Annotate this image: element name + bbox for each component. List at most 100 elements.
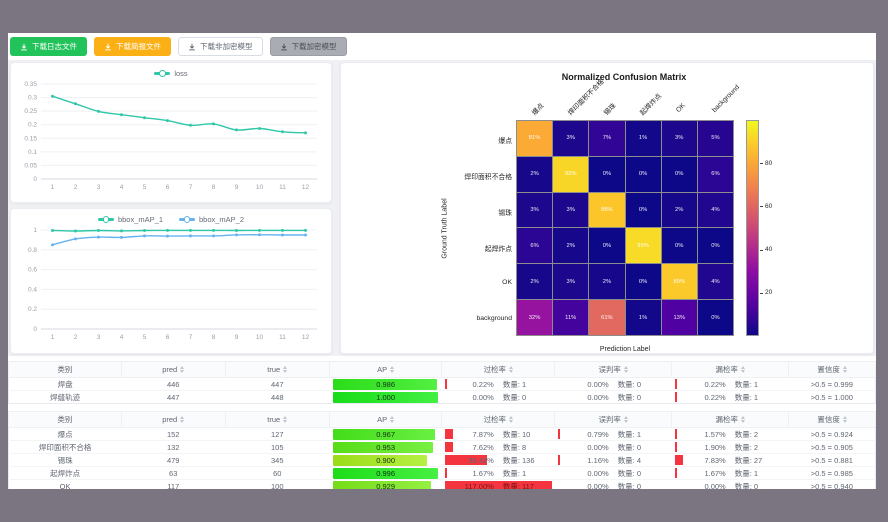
rate-text: 7.87%数量: 10 (445, 428, 552, 440)
column-header-8[interactable]: 置信度 (789, 412, 876, 428)
cm-col-label: background (711, 84, 741, 114)
misjudge-cell: 0.00%数量: 0 (558, 467, 669, 479)
button-label: 下载日志文件 (32, 41, 77, 52)
column-header-label: 误判率 (598, 364, 621, 375)
svg-text:5: 5 (143, 334, 147, 341)
rate-text: 0.00%数量: 0 (675, 480, 786, 489)
column-header-8[interactable]: 置信度 (789, 362, 876, 378)
miss-detection-cell: 0.00%数量: 0 (675, 480, 786, 489)
column-header-label: AP (377, 415, 387, 424)
rate-text: 1.90%数量: 2 (675, 441, 786, 453)
download-button-3[interactable]: 下载非加密模型 (178, 37, 263, 56)
cm-col-label: 起焊炸点 (637, 91, 663, 117)
over-detection-cell: 117.00%数量: 117 (445, 480, 552, 489)
cm-colorbar-tick-label: 20 (765, 289, 772, 296)
cm-cell-r4-c2: 2% (589, 264, 624, 299)
cm-colorbar-tick-label: 40 (765, 246, 772, 253)
column-header-5[interactable]: 过检率 (442, 412, 555, 428)
column-header-3[interactable]: true (225, 412, 329, 428)
svg-text:7: 7 (189, 184, 193, 191)
class-name-cell: 焊盘 (9, 378, 122, 391)
cm-cell-r0-c1: 3% (553, 121, 588, 156)
cm-cell-r1-c1: 92% (553, 157, 588, 192)
column-header-4[interactable]: AP (329, 412, 442, 428)
cm-cell-r2-c5: 4% (698, 193, 733, 228)
misjudge-cell: 0.00%数量: 0 (558, 378, 669, 390)
svg-text:0.05: 0.05 (24, 162, 37, 169)
cm-cell-r4-c3: 0% (626, 264, 661, 299)
column-header-7[interactable]: 漏检率 (672, 362, 789, 378)
column-header-4[interactable]: AP (329, 362, 442, 378)
column-header-1: 类别 (9, 412, 122, 428)
svg-text:1: 1 (51, 334, 55, 341)
sort-caret-icon (624, 366, 628, 373)
column-header-6[interactable]: 误判率 (555, 362, 672, 378)
column-header-3[interactable]: true (225, 362, 329, 378)
confusion-matrix-xlabel: Prediction Label (516, 346, 734, 353)
sort-caret-icon (180, 366, 184, 373)
column-header-label: 置信度 (817, 414, 840, 425)
column-header-5[interactable]: 过检率 (442, 362, 555, 378)
download-toolbar: 下载日志文件 下载简报文件下载非加密模型下载加密模型 (8, 33, 876, 60)
svg-text:11: 11 (279, 334, 286, 341)
column-header-2[interactable]: pred (121, 412, 225, 428)
loss-chart-legend: loss (11, 63, 331, 78)
sort-caret-icon (509, 366, 513, 373)
sort-caret-icon (509, 416, 513, 423)
misjudge-cell: 1.16%数量: 4 (558, 454, 669, 466)
sort-caret-icon (741, 416, 745, 423)
class-name-cell: 锡珠 (9, 454, 122, 467)
download-button-1[interactable]: 下载日志文件 (10, 37, 87, 56)
rate-text: 117.00%数量: 117 (445, 480, 552, 489)
svg-text:0.2: 0.2 (28, 122, 37, 129)
loss-chart-plot: 00.050.10.150.20.250.30.3512345678910111… (11, 78, 331, 196)
true-cell: 345 (225, 454, 329, 467)
pred-cell: 447 (121, 391, 225, 404)
column-header-label: 类别 (57, 364, 72, 375)
rate-text: 0.00%数量: 0 (445, 391, 552, 403)
sort-caret-icon (741, 366, 745, 373)
class-name-cell: 焊缝轨迹 (9, 391, 122, 404)
column-header-label: 过检率 (484, 364, 507, 375)
over-detection-cell: 0.00%数量: 0 (445, 391, 552, 403)
download-button-4[interactable]: 下载加密模型 (270, 37, 347, 56)
rate-text: 0.22%数量: 1 (675, 378, 786, 390)
ap-value: 0.996 (333, 469, 438, 478)
table-header-row: 类别predtrue AP 过检率 误判率 漏检率 置信度 (9, 412, 876, 428)
column-header-1: 类别 (9, 362, 122, 378)
rate-text: 0.00%数量: 0 (558, 480, 669, 489)
column-header-label: 误判率 (598, 414, 621, 425)
svg-text:0.1: 0.1 (28, 149, 37, 156)
legend-item-bbox_mAP_1[interactable]: bbox_mAP_1 (98, 215, 163, 224)
cm-cell-r4-c4: 89% (662, 264, 697, 299)
confidence-cell: >0.5 = 0.924 (789, 428, 876, 441)
svg-text:2: 2 (74, 184, 78, 191)
column-header-6[interactable]: 误判率 (555, 412, 672, 428)
pred-cell: 63 (121, 467, 225, 480)
pred-cell: 446 (121, 378, 225, 391)
cm-col-label: 爆点 (529, 100, 546, 117)
cm-row-label: 锡珠 (440, 207, 512, 217)
legend-item-bbox_mAP_2[interactable]: bbox_mAP_2 (179, 215, 244, 224)
cm-row-label: 爆点 (440, 135, 512, 145)
rate-text: 39.42%数量: 136 (445, 454, 552, 466)
svg-text:3: 3 (97, 184, 101, 191)
cm-col-label: 焊印面积不合格 (565, 76, 606, 117)
download-button-2[interactable]: 下载简报文件 (94, 37, 171, 56)
over-detection-cell: 39.42%数量: 136 (445, 454, 552, 466)
true-cell: 100 (225, 480, 329, 490)
sort-caret-icon (283, 366, 287, 373)
column-header-2[interactable]: pred (121, 362, 225, 378)
confusion-matrix-card: Normalized Confusion Matrix Ground Truth… (340, 62, 874, 354)
confidence-cell: >0.5 = 0.940 (789, 480, 876, 490)
legend-item-loss[interactable]: loss (154, 69, 187, 78)
cm-row-label: OK (440, 279, 512, 286)
column-header-7[interactable]: 漏检率 (672, 412, 789, 428)
cm-cell-r3-c3: 93% (626, 228, 661, 263)
ap-cell: 0.967 (329, 428, 442, 441)
legend-label: loss (174, 69, 187, 78)
cm-cell-r0-c2: 7% (589, 121, 624, 156)
rate-text: 0.22%数量: 1 (675, 391, 786, 403)
confidence-cell: >0.5 = 1.000 (789, 391, 876, 404)
ap-cell: 0.996 (329, 467, 442, 480)
